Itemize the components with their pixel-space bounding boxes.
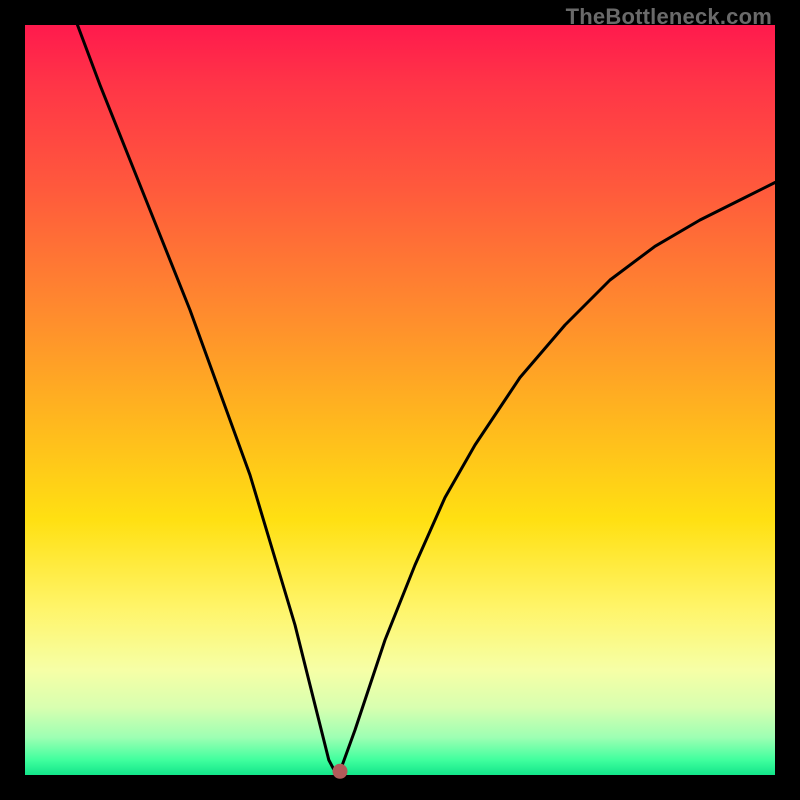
chart-frame: TheBottleneck.com <box>0 0 800 800</box>
plot-area <box>25 25 775 775</box>
bottleneck-curve <box>78 25 776 771</box>
curve-svg <box>25 25 775 775</box>
minimum-marker <box>333 764 347 778</box>
